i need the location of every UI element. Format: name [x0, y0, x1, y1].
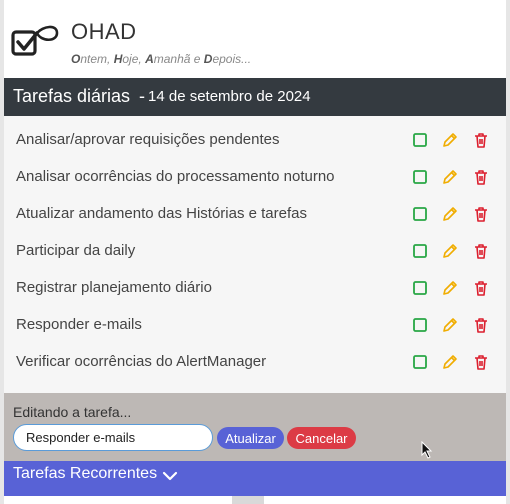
complete-task-button[interactable] [412, 169, 428, 185]
complete-task-button[interactable] [412, 243, 428, 259]
app-header: OHAD Ontem, Hoje, Amanhã e Depois... [4, 0, 506, 78]
app-tagline: Ontem, Hoje, Amanhã e Depois... [71, 52, 251, 66]
tagline-text: manhã e [153, 52, 204, 66]
logo-checkbox-icon [11, 25, 59, 56]
task-row: Analisar ocorrências do processamento no… [4, 153, 506, 190]
delete-task-button[interactable] [473, 132, 489, 148]
complete-task-button[interactable] [412, 317, 428, 333]
complete-task-button[interactable] [412, 206, 428, 222]
delete-task-button[interactable] [473, 169, 489, 185]
square-check-icon [413, 133, 427, 147]
task-row: Verificar ocorrências do AlertManager [4, 338, 506, 375]
square-check-icon [413, 244, 427, 258]
task-row: Participar da daily [4, 227, 506, 264]
trash-icon [475, 318, 487, 333]
edit-task-button[interactable] [442, 132, 458, 148]
daily-tasks-title: Tarefas diárias [13, 86, 131, 106]
cancel-button[interactable]: Cancelar [287, 427, 356, 449]
chevron-down-icon [162, 471, 178, 481]
recurring-tasks-label: Tarefas Recorrentes [13, 465, 158, 482]
edit-task-button[interactable] [442, 354, 458, 370]
complete-task-button[interactable] [412, 132, 428, 148]
trash-icon [475, 281, 487, 296]
square-check-icon [413, 355, 427, 369]
trash-icon [475, 244, 487, 259]
task-label: Participar da daily [16, 242, 136, 259]
task-list: Analisar/aprovar requisições pendentes An… [4, 116, 506, 393]
update-button[interactable]: Atualizar [217, 427, 284, 449]
edit-task-button[interactable] [442, 206, 458, 222]
pencil-icon [443, 133, 457, 147]
edit-task-button[interactable] [442, 280, 458, 296]
task-row: Analisar/aprovar requisições pendentes [4, 116, 506, 153]
tagline-text: oje, [122, 52, 146, 66]
task-row: Responder e-mails [4, 301, 506, 338]
task-label: Analisar/aprovar requisições pendentes [16, 131, 280, 148]
delete-task-button[interactable] [473, 317, 489, 333]
edit-task-button[interactable] [442, 317, 458, 333]
delete-task-button[interactable] [473, 243, 489, 259]
tagline-text: epois... [212, 52, 252, 66]
daily-tasks-header: Tarefas diárias - 14 de setembro de 2024 [4, 78, 506, 116]
tagline-initial: A [145, 52, 154, 66]
task-label: Registrar planejamento diário [16, 279, 212, 296]
trash-icon [475, 133, 487, 148]
pencil-icon [443, 207, 457, 221]
task-label: Atualizar andamento das Histórias e tare… [16, 205, 307, 222]
edit-task-input[interactable] [13, 424, 213, 451]
pencil-icon [443, 355, 457, 369]
complete-task-button[interactable] [412, 354, 428, 370]
daily-tasks-date: 14 de setembro de 2024 [148, 88, 311, 105]
square-check-icon [413, 170, 427, 184]
pencil-icon [443, 170, 457, 184]
mouse-cursor-icon [421, 441, 433, 459]
app-title: OHAD [71, 19, 137, 44]
task-label: Analisar ocorrências do processamento no… [16, 168, 335, 185]
extension-popup: OHAD Ontem, Hoje, Amanhã e Depois... Tar… [4, 0, 506, 504]
edit-caption: Editando a tarefa... [13, 404, 132, 420]
tagline-text: ntem, [80, 52, 114, 66]
task-label: Verificar ocorrências do AlertManager [16, 353, 267, 370]
trash-icon [475, 355, 487, 370]
square-check-icon [413, 207, 427, 221]
pencil-icon [443, 318, 457, 332]
scrollbar-stub[interactable] [232, 496, 264, 504]
delete-task-button[interactable] [473, 206, 489, 222]
square-check-icon [413, 281, 427, 295]
trash-icon [475, 170, 487, 185]
tagline-initial: O [71, 52, 81, 66]
complete-task-button[interactable] [412, 280, 428, 296]
task-row: Registrar planejamento diário [4, 264, 506, 301]
daily-title-separator: - [139, 86, 145, 106]
edit-task-button[interactable] [442, 243, 458, 259]
delete-task-button[interactable] [473, 280, 489, 296]
recurring-tasks-toggle[interactable]: Tarefas Recorrentes [4, 461, 506, 496]
edit-task-button[interactable] [442, 169, 458, 185]
trash-icon [475, 207, 487, 222]
task-label: Responder e-mails [16, 316, 142, 333]
pencil-icon [443, 244, 457, 258]
task-row: Atualizar andamento das Histórias e tare… [4, 190, 506, 227]
pencil-icon [443, 281, 457, 295]
delete-task-button[interactable] [473, 354, 489, 370]
square-check-icon [413, 318, 427, 332]
